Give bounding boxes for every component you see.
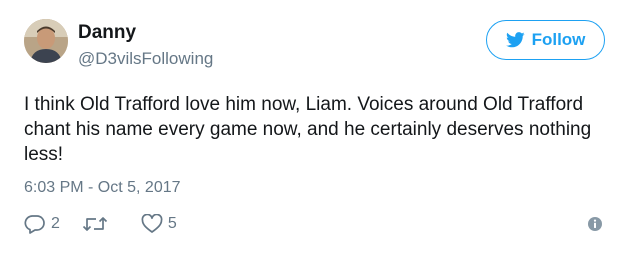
- twitter-bird-icon: [505, 32, 525, 48]
- reply-button[interactable]: 2: [24, 214, 60, 234]
- follow-button-label: Follow: [531, 30, 586, 49]
- heart-icon: [141, 214, 163, 233]
- retweet-button[interactable]: [82, 215, 113, 233]
- like-button[interactable]: 5: [141, 214, 177, 234]
- user-name[interactable]: Danny: [78, 22, 136, 44]
- like-count: 5: [167, 215, 177, 232]
- follow-button[interactable]: Follow: [486, 20, 605, 60]
- user-handle[interactable]: @D3vilsFollowing: [78, 48, 213, 70]
- tweet-text: I think Old Trafford love him now, Liam.…: [24, 94, 592, 165]
- tweet-actions: 2 5: [24, 212, 177, 236]
- avatar-image: [24, 19, 68, 63]
- retweet-icon: [82, 217, 108, 231]
- tweet-timestamp[interactable]: 6:03 PM - Oct 5, 2017: [24, 177, 181, 199]
- avatar[interactable]: [24, 19, 68, 63]
- tweet-card: Danny @D3vilsFollowing Follow I think Ol…: [0, 0, 630, 258]
- info-icon[interactable]: [587, 216, 603, 232]
- reply-count: 2: [51, 215, 60, 232]
- reply-icon: [24, 215, 45, 234]
